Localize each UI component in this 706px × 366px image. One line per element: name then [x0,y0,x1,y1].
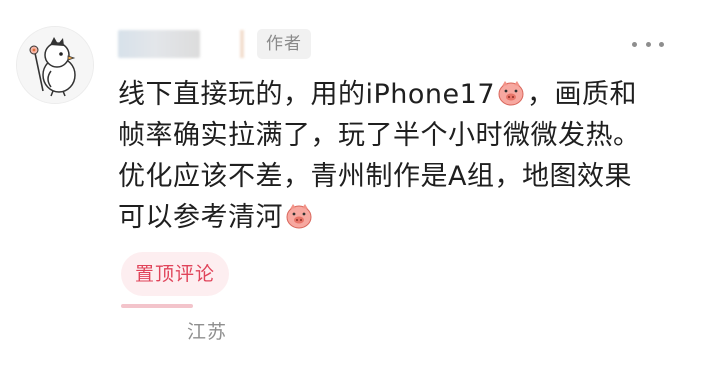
dot [645,41,651,47]
pinned-underline [121,304,193,308]
redaction-accent [240,30,244,58]
pig-face-emoji [286,204,312,229]
comment-card: 作者 线下直接玩的，用的iPhone17 ，画质和 帧率确实拉满了，玩了半个小时… [0,0,706,366]
comment-line-1: 线下直接玩的，用的iPhone17 ，画质和 [118,74,678,115]
comment-location: 江苏 [187,321,228,343]
author-badge: 作者 [257,29,311,59]
more-dots-icon[interactable] [632,34,664,54]
dot [659,41,664,47]
comment-body: 线下直接玩的，用的iPhone17 ，画质和 帧率确实拉满了，玩了半个小时微微发… [118,74,678,238]
comment-line-4-text: 可以参考清河 [118,202,283,233]
comment-line-4: 可以参考清河 [118,197,678,238]
pig-face-emoji [498,81,524,106]
cartoon-bird-avatar-icon [17,27,93,103]
comment-line-1-tail: ，画质和 [527,79,637,110]
pinned-comment-badge: 置顶评论 [121,252,230,296]
dot [632,41,637,47]
comment-line-1-text: 线下直接玩的，用的iPhone17 [118,79,495,110]
user-avatar[interactable] [16,26,94,104]
comment-line-3: 优化应该不差，青州制作是A组，地图效果 [118,161,632,192]
comment-line-2: 帧率确实拉满了，玩了半个小时微微发热。 [118,120,641,151]
username-redacted[interactable] [118,30,200,58]
